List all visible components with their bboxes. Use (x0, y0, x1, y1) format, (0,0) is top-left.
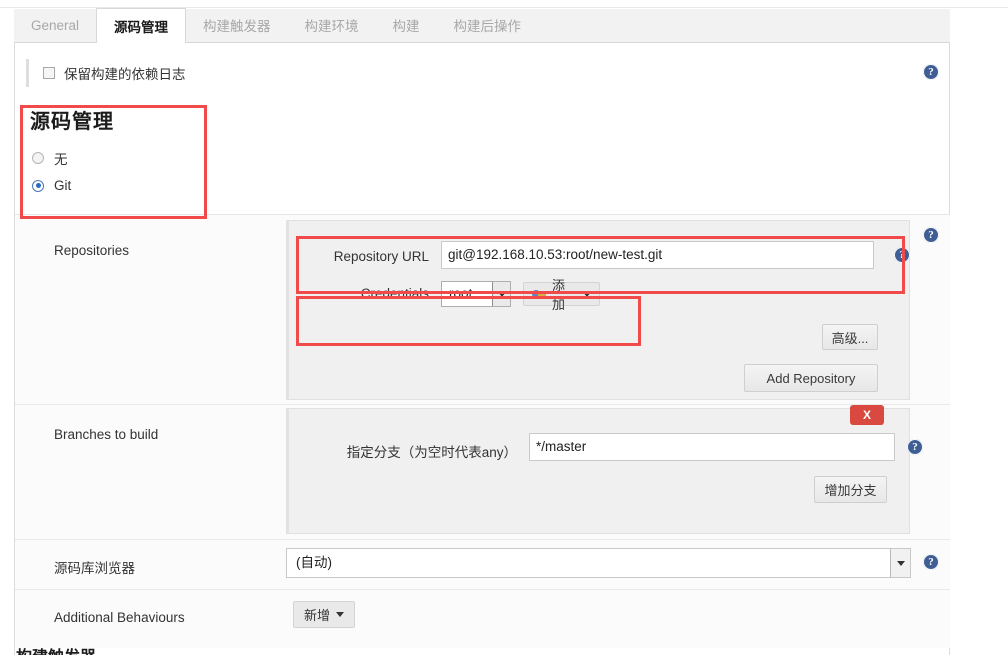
repository-browser-label: 源码库浏览器 (54, 561, 135, 576)
help-icon-keep-dependency-log[interactable]: ? (923, 64, 939, 80)
tab-build-environment[interactable]: 构建环境 (288, 8, 376, 42)
credentials-select-value: root (449, 286, 473, 301)
chevron-down-icon-add-credentials[interactable] (583, 291, 591, 297)
help-icon-repositories[interactable]: ? (923, 227, 939, 243)
add-repository-button[interactable]: Add Repository (744, 364, 878, 392)
chevron-down-icon-repository-browser[interactable] (890, 549, 910, 577)
repositories-field-area: Repository URL git@192.168.10.53:root/ne… (286, 220, 910, 400)
next-section-title-partial: 构建触发器 (14, 645, 950, 655)
scm-option-git[interactable]: Git (32, 178, 71, 193)
config-tab-bar: General 源码管理 构建触发器 构建环境 构建 构建后操作 (14, 8, 950, 43)
radio-none[interactable] (32, 152, 44, 164)
additional-behaviours-row: Additional Behaviours 新增 (15, 590, 950, 648)
help-icon-branch-spec[interactable]: ? (907, 439, 923, 455)
help-icon-repository-browser[interactable]: ? (923, 554, 939, 570)
tab-source-code-management[interactable]: 源码管理 (96, 8, 187, 43)
config-form-panel: 保留构建的依赖日志 ? 源码管理 无 Git Repositories Repo… (14, 43, 950, 655)
additional-behaviours-label: Additional Behaviours (54, 610, 185, 625)
window-top-strip (0, 0, 1008, 8)
branches-field-area: X 指定分支（为空时代表any） */master ? 增加分支 (286, 405, 923, 534)
add-branch-button[interactable]: 增加分支 (814, 476, 887, 503)
key-icon (532, 289, 546, 299)
keep-dependency-log-checkbox[interactable] (43, 67, 55, 79)
chevron-down-icon-credentials[interactable] (492, 282, 510, 306)
scm-option-none-label: 无 (54, 152, 68, 167)
repository-browser-select[interactable]: (自动) (286, 548, 911, 578)
add-credentials-label: 添加 (552, 278, 566, 312)
add-credentials-button[interactable]: 添加 (523, 278, 600, 312)
keep-dependency-log-row[interactable]: 保留构建的依赖日志 (26, 59, 926, 87)
repositories-row: Repositories Repository URL git@192.168.… (15, 215, 950, 405)
repository-url-input[interactable]: git@192.168.10.53:root/new-test.git (441, 241, 874, 269)
chevron-down-icon-add-behaviour[interactable] (336, 612, 344, 617)
help-icon-repository-url[interactable]: ? (894, 247, 910, 263)
add-behaviour-button[interactable]: 新增 (293, 601, 355, 628)
repository-browser-value: (自动) (296, 555, 332, 570)
tab-general[interactable]: General (14, 8, 96, 42)
credentials-label: Credentials (360, 286, 429, 301)
scm-section-title: 源码管理 (30, 111, 114, 133)
branches-to-build-row: Branches to build X 指定分支（为空时代表any） */mas… (15, 405, 950, 540)
scm-option-none[interactable]: 无 (32, 148, 68, 168)
keep-dependency-log-label: 保留构建的依赖日志 (64, 67, 186, 82)
repository-browser-row: 源码库浏览器 (自动) ? (15, 540, 950, 590)
add-behaviour-label: 新增 (303, 608, 330, 623)
repositories-label: Repositories (54, 243, 130, 258)
git-config-block: Repositories Repository URL git@192.168.… (15, 214, 950, 648)
repository-url-label: Repository URL (333, 249, 429, 264)
jenkins-job-config-screen: General 源码管理 构建触发器 构建环境 构建 构建后操作 保留构建的依赖… (0, 0, 1008, 655)
branch-spec-input[interactable]: */master (529, 433, 895, 461)
delete-branch-button[interactable]: X (850, 405, 884, 425)
tab-build-triggers[interactable]: 构建触发器 (186, 8, 288, 42)
branches-to-build-label: Branches to build (54, 427, 159, 442)
tab-post-build-actions[interactable]: 构建后操作 (437, 8, 539, 42)
scm-option-git-label: Git (54, 178, 72, 193)
advanced-button[interactable]: 高级... (822, 324, 878, 350)
tab-build[interactable]: 构建 (376, 8, 437, 42)
radio-git[interactable] (32, 179, 44, 192)
credentials-select[interactable]: root (441, 281, 511, 307)
branch-spec-label: 指定分支（为空时代表any） (346, 445, 517, 460)
